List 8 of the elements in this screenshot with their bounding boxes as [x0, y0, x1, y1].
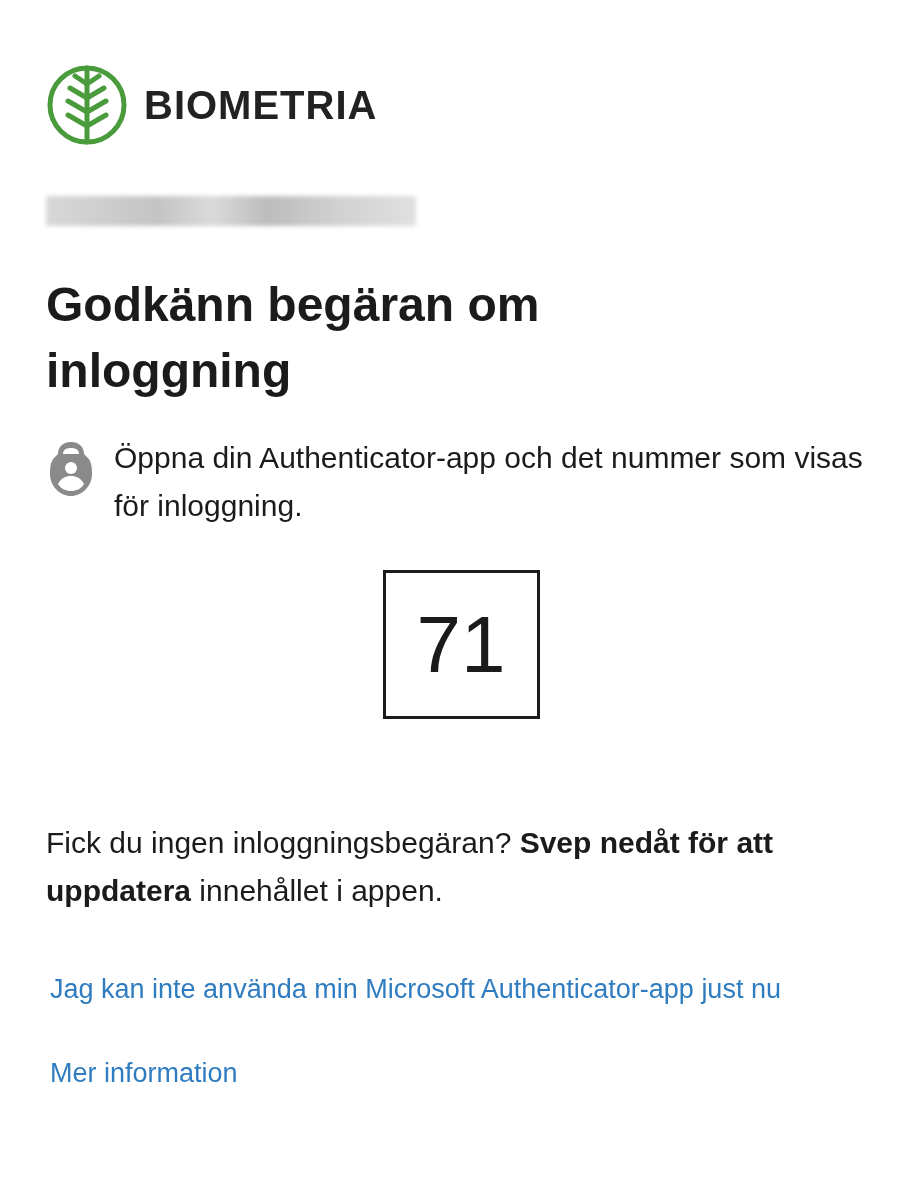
- brand-name: BIOMETRIA: [144, 82, 378, 129]
- help-text: Fick du ingen inloggningsbegäran? Svep nedåt för att uppdatera innehållet i appen.: [46, 825, 775, 909]
- page-heading: Godkänn begäran om inloggning: [46, 277, 541, 399]
- instruction-text: Öppna din Authenticator-app och det nummer som visas för inloggning.: [114, 440, 864, 524]
- verification-number: 71: [382, 570, 540, 719]
- help-link[interactable]: Mer information: [50, 1049, 238, 1097]
- tree-logo-icon: [46, 64, 128, 146]
- help-link[interactable]: Jag kan inte använda min Microsoft Authenticator-app just nu: [50, 965, 781, 1013]
